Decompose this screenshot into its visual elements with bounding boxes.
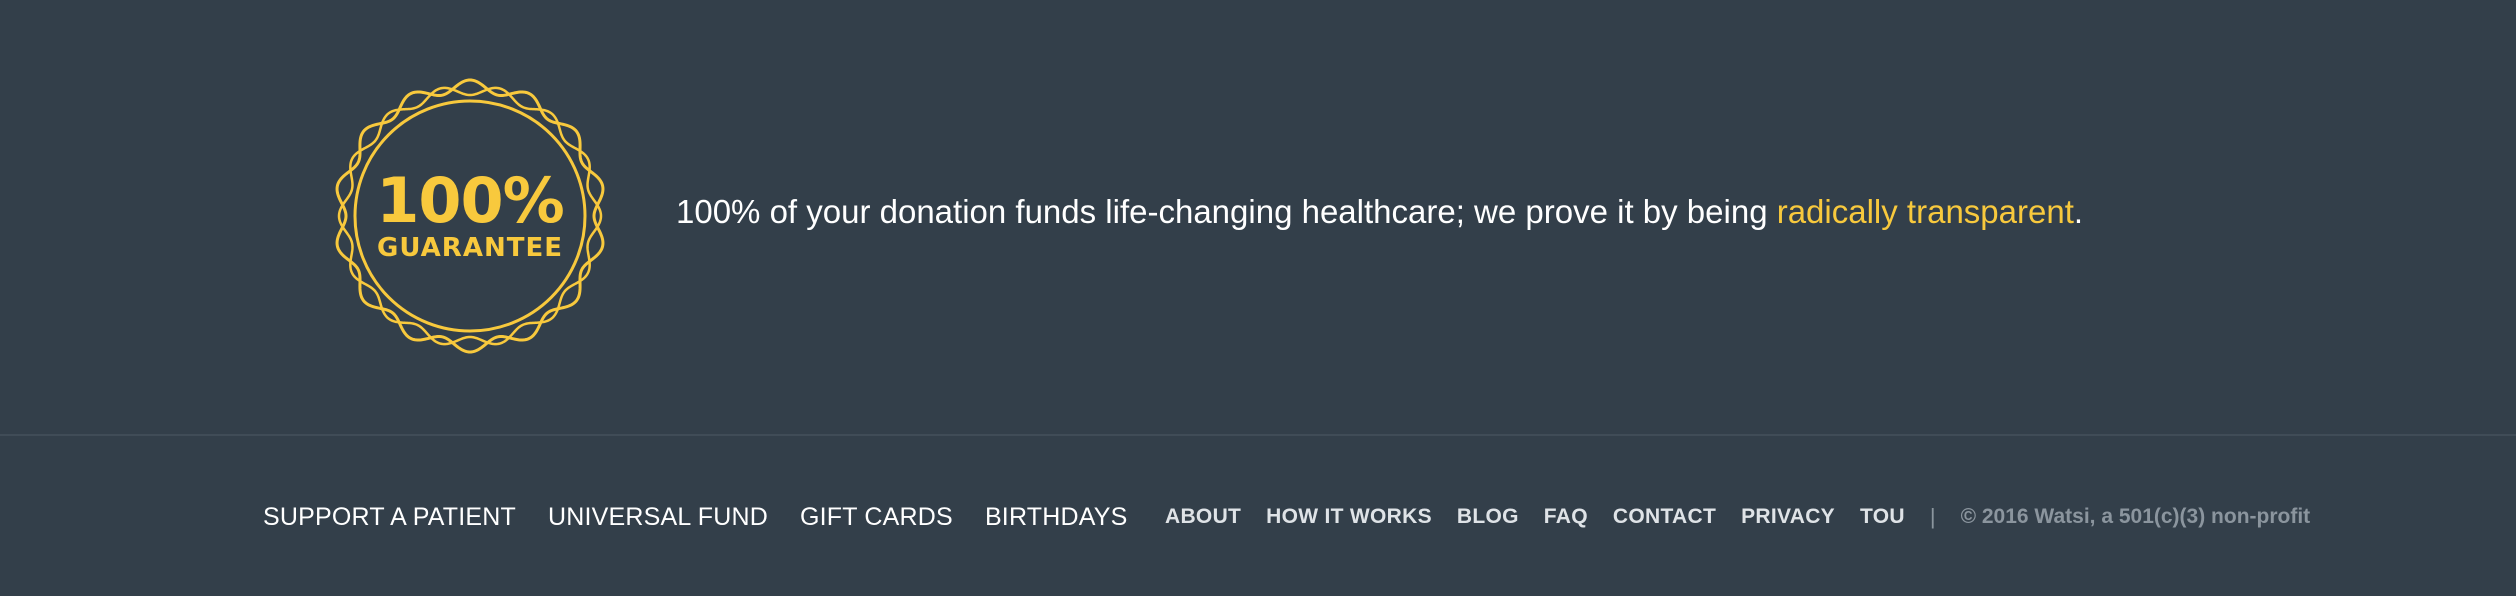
- faq-link[interactable]: FAQ: [1544, 502, 1588, 532]
- badge-percent: 100%: [376, 164, 565, 237]
- message-text: 100% of your donation funds life-changin…: [676, 193, 1777, 230]
- radically-transparent-link[interactable]: radically transparent: [1777, 193, 2074, 230]
- guarantee-badge: 100% GUARANTEE: [330, 76, 610, 356]
- footer: SUPPORT A PATIENT UNIVERSAL FUND GIFT CA…: [0, 436, 2516, 596]
- tou-link[interactable]: TOU: [1860, 502, 1905, 532]
- badge-text: 100% GUARANTEE: [330, 76, 610, 356]
- secondary-footer-nav: ABOUT HOW IT WORKS BLOG FAQ CONTACT PRIV…: [1165, 502, 2310, 532]
- guarantee-message: 100% of your donation funds life-changin…: [676, 190, 2376, 234]
- privacy-link[interactable]: PRIVACY: [1741, 502, 1835, 532]
- how-it-works-link[interactable]: HOW IT WORKS: [1266, 502, 1432, 532]
- birthdays-link[interactable]: BIRTHDAYS: [985, 500, 1128, 534]
- badge-word: GUARANTEE: [377, 233, 563, 263]
- contact-link[interactable]: CONTACT: [1613, 502, 1716, 532]
- primary-footer-nav: SUPPORT A PATIENT UNIVERSAL FUND GIFT CA…: [263, 500, 1128, 534]
- gift-cards-link[interactable]: GIFT CARDS: [800, 500, 953, 534]
- message-period: .: [2073, 193, 2084, 230]
- nav-separator: |: [1929, 504, 1936, 529]
- universal-fund-link[interactable]: UNIVERSAL FUND: [548, 500, 768, 534]
- blog-link[interactable]: BLOG: [1457, 502, 1519, 532]
- support-a-patient-link[interactable]: SUPPORT A PATIENT: [263, 500, 516, 534]
- copyright-text: © 2016 Watsi, a 501(c)(3) non-profit: [1960, 505, 2311, 528]
- about-link[interactable]: ABOUT: [1165, 502, 1241, 532]
- guarantee-section: 100% GUARANTEE 100% of your donation fun…: [0, 0, 2516, 434]
